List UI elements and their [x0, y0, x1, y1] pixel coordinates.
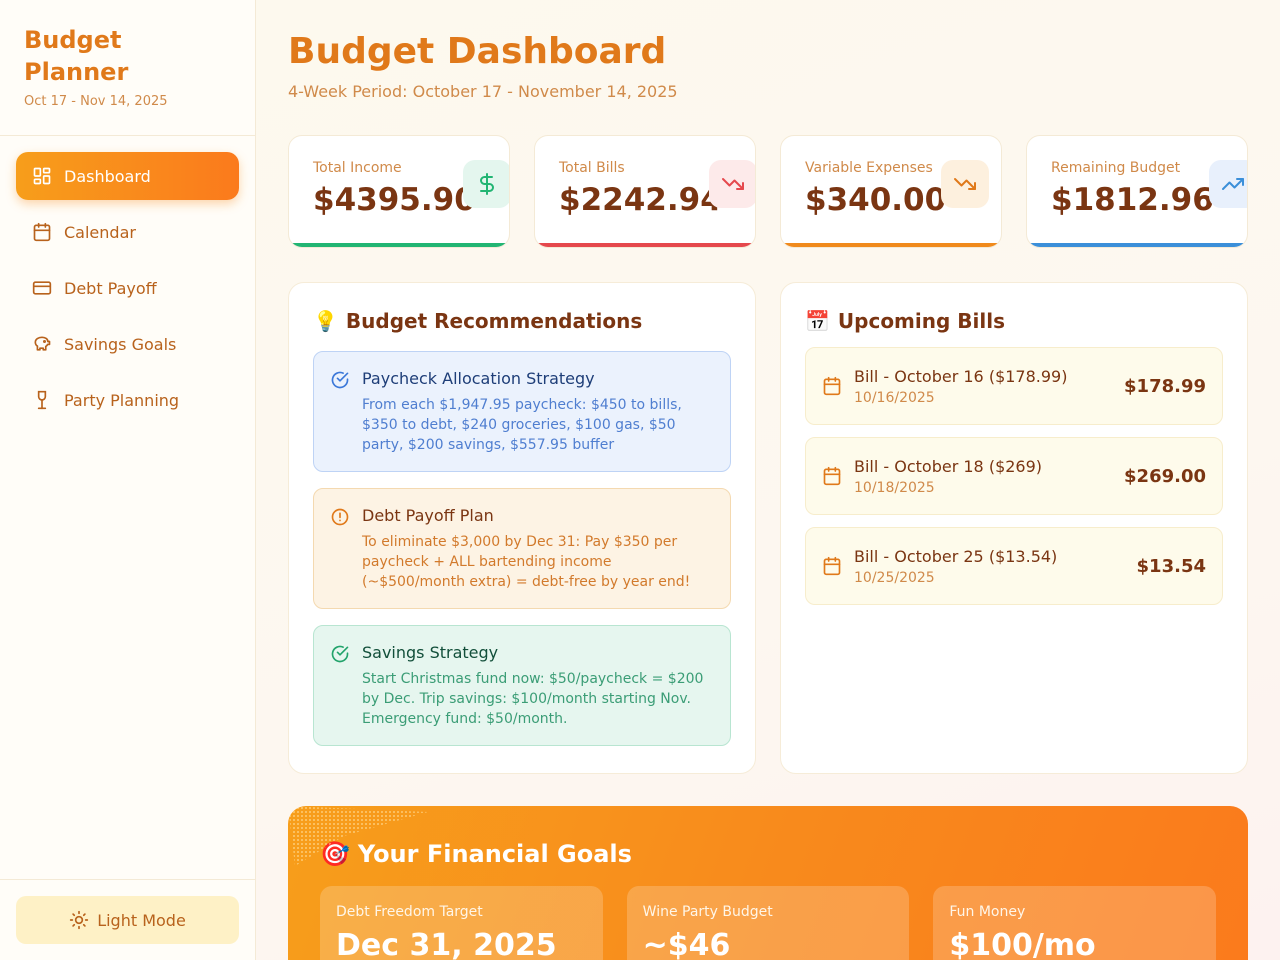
- recommendation-text: To eliminate $3,000 by Dec 31: Pay $350 …: [362, 534, 691, 590]
- sidebar-item-label: Calendar: [64, 222, 136, 242]
- brand: Budget Planner Oct 17 - Nov 14, 2025: [0, 0, 255, 136]
- goal-label: Fun Money: [949, 904, 1026, 920]
- bill-info: Bill - October 16 ($178.99) 10/16/2025: [854, 367, 1124, 406]
- check-circle-icon: [330, 370, 350, 390]
- bill-info: Bill - October 18 ($269) 10/18/2025: [854, 457, 1124, 496]
- calendar-icon: [822, 376, 842, 396]
- stat-card-total-bills: Total Bills $2242.94: [534, 135, 756, 248]
- calendar-icon: [822, 556, 842, 576]
- stats-row: Total Income $4395.90 Total Bills $2242.…: [288, 135, 1248, 248]
- bill-date: 10/18/2025: [854, 479, 935, 496]
- sidebar-item-party-planning[interactable]: Party Planning: [16, 376, 239, 424]
- bill-amount: $178.99: [1124, 375, 1206, 397]
- dollar-icon: [463, 160, 509, 208]
- trending-down-icon: [941, 160, 989, 208]
- trending-up-icon: [1209, 160, 1247, 208]
- bill-item[interactable]: Bill - October 16 ($178.99) 10/16/2025 $…: [805, 347, 1223, 425]
- brand-subtitle: Oct 17 - Nov 14, 2025: [24, 94, 168, 109]
- recommendation-paycheck-allocation: Paycheck Allocation Strategy From each $…: [313, 351, 731, 472]
- upcoming-bills-panel: 📅 Upcoming Bills Bill - October 16 ($178…: [780, 282, 1248, 774]
- goal-card-debt-freedom: Debt Freedom Target Dec 31, 2025: [320, 886, 603, 960]
- bill-name: Bill - October 25 ($13.54): [854, 546, 1058, 566]
- sidebar-item-label: Savings Goals: [64, 334, 177, 354]
- app-root: Budget Planner Oct 17 - Nov 14, 2025 Das…: [0, 0, 1280, 960]
- sidebar-item-calendar[interactable]: Calendar: [16, 208, 239, 256]
- stat-accent-bar: [289, 243, 509, 247]
- trending-down-icon: [709, 160, 755, 208]
- alert-circle-icon: [330, 507, 350, 527]
- recommendation-savings-strategy: Savings Strategy Start Christmas fund no…: [313, 625, 731, 746]
- sidebar-item-dashboard[interactable]: Dashboard: [16, 152, 239, 200]
- sun-icon: [69, 910, 89, 930]
- calendar-icon: [822, 466, 842, 486]
- main-content: Budget Dashboard 4-Week Period: October …: [256, 0, 1280, 960]
- bill-date: 10/16/2025: [854, 389, 935, 406]
- sidebar-item-label: Dashboard: [64, 166, 151, 186]
- sidebar-footer: Light Mode: [0, 879, 255, 960]
- goal-value: Dec 31, 2025: [336, 928, 557, 960]
- calendar-icon: [32, 222, 52, 242]
- page-title: Budget Dashboard: [288, 31, 667, 72]
- recommendations-title: 💡 Budget Recommendations: [313, 307, 731, 335]
- sidebar-item-label: Debt Payoff: [64, 278, 157, 298]
- recommendation-text: From each $1,947.95 paycheck: $450 to bi…: [362, 397, 682, 453]
- upcoming-bills-title: 📅 Upcoming Bills: [805, 307, 1223, 335]
- bill-item[interactable]: Bill - October 18 ($269) 10/18/2025 $269…: [805, 437, 1223, 515]
- bill-date: 10/25/2025: [854, 569, 935, 586]
- calendar-emoji-icon: 📅: [805, 309, 830, 333]
- stat-card-variable-expenses: Variable Expenses $340.00: [780, 135, 1002, 248]
- light-mode-label: Light Mode: [97, 910, 186, 930]
- sidebar: Budget Planner Oct 17 - Nov 14, 2025 Das…: [0, 0, 256, 960]
- goal-label: Wine Party Budget: [642, 904, 773, 920]
- financial-goals-title: 🎯 Your Financial Goals: [320, 838, 1216, 870]
- goal-card-wine-party: Wine Party Budget ~$46: [626, 886, 910, 960]
- light-mode-button[interactable]: Light Mode: [16, 896, 239, 944]
- recommendation-title: Debt Payoff Plan: [362, 506, 494, 525]
- upcoming-bills-title-text: Upcoming Bills: [837, 309, 1005, 333]
- panels-row: 💡 Budget Recommendations Paycheck Alloca…: [288, 282, 1248, 774]
- credit-card-icon: [32, 278, 52, 298]
- stat-accent-bar: [535, 243, 755, 247]
- goal-card-fun-money: Fun Money $100/mo: [933, 886, 1217, 960]
- page-subtitle: 4-Week Period: October 17 - November 14,…: [288, 82, 678, 101]
- recommendation-title: Paycheck Allocation Strategy: [362, 369, 595, 388]
- bill-amount: $269.00: [1124, 465, 1206, 487]
- goal-value: $100/mo: [949, 928, 1096, 960]
- dashboard-icon: [32, 166, 52, 186]
- recommendation-text: Start Christmas fund now: $50/paycheck =…: [362, 671, 704, 727]
- recommendations-title-text: Budget Recommendations: [345, 309, 643, 333]
- stat-accent-bar: [781, 243, 1001, 247]
- goal-cards: Debt Freedom Target Dec 31, 2025 Wine Pa…: [320, 886, 1217, 960]
- financial-goals-banner: 🎯 Your Financial Goals Debt Freedom Targ…: [288, 806, 1248, 960]
- wine-glass-icon: [32, 390, 52, 410]
- lightbulb-icon: 💡: [313, 309, 338, 333]
- sidebar-item-debt-payoff[interactable]: Debt Payoff: [16, 264, 239, 312]
- financial-goals-title-text: Your Financial Goals: [357, 840, 632, 868]
- recommendations-panel: 💡 Budget Recommendations Paycheck Alloca…: [288, 282, 756, 774]
- goal-label: Debt Freedom Target: [336, 904, 483, 920]
- sidebar-nav: Dashboard Calendar Debt Payoff Savings G…: [0, 136, 255, 448]
- bill-item[interactable]: Bill - October 25 ($13.54) 10/25/2025 $1…: [805, 527, 1223, 605]
- sidebar-item-label: Party Planning: [64, 390, 180, 410]
- bill-amount: $13.54: [1136, 555, 1206, 577]
- recommendation-debt-payoff: Debt Payoff Plan To eliminate $3,000 by …: [313, 488, 731, 609]
- stat-card-total-income: Total Income $4395.90: [288, 135, 510, 248]
- sidebar-item-savings-goals[interactable]: Savings Goals: [16, 320, 239, 368]
- bill-name: Bill - October 16 ($178.99): [854, 366, 1068, 386]
- bill-name: Bill - October 18 ($269): [854, 456, 1043, 476]
- stat-card-remaining-budget: Remaining Budget $1812.96: [1026, 135, 1248, 248]
- goal-value: ~$46: [642, 928, 731, 960]
- bill-info: Bill - October 25 ($13.54) 10/25/2025: [854, 547, 1137, 586]
- check-circle-icon: [330, 644, 350, 664]
- recommendation-title: Savings Strategy: [362, 643, 499, 662]
- piggy-bank-icon: [32, 334, 52, 354]
- brand-title: Budget Planner: [24, 26, 129, 86]
- stat-accent-bar: [1027, 243, 1247, 247]
